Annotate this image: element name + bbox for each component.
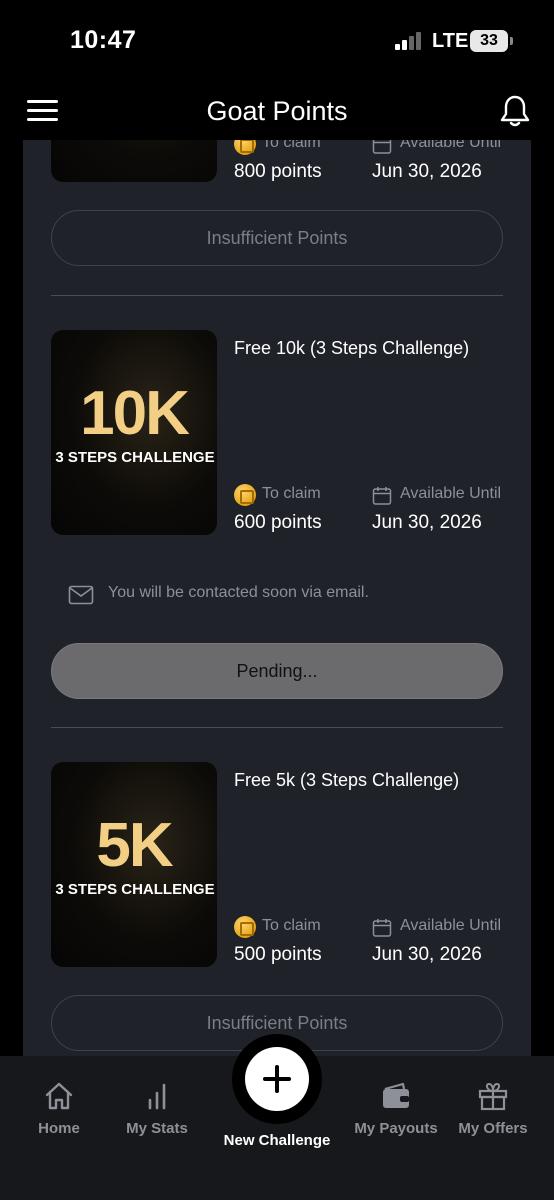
points-value: 600 points [234,512,322,533]
reward-thumbnail [51,140,217,182]
calendar-icon [372,140,392,154]
wallet-icon [383,1082,409,1108]
nav-offers[interactable]: My Offers [443,1080,543,1137]
insufficient-points-button[interactable]: Insufficient Points [51,210,503,266]
nav-stats-label: My Stats [126,1120,188,1137]
nav-home-label: Home [38,1120,80,1137]
divider [51,295,503,296]
to-claim-label: To claim [262,917,321,934]
gift-icon [478,1082,508,1111]
to-claim-label: To claim [262,485,321,502]
add-icon[interactable] [245,1047,309,1111]
available-date: Jun 30, 2026 [372,512,482,533]
coin-icon [234,484,256,506]
available-until-label: Available Until [400,917,502,934]
nav-home[interactable]: Home [9,1080,109,1137]
email-notice-text: You will be contacted soon via email. [108,584,369,601]
calendar-icon [372,919,392,937]
app-header: Goat Points [0,84,554,140]
coin-icon [234,140,256,155]
home-icon [45,1082,73,1110]
nav-stats[interactable]: My Stats [107,1080,207,1137]
available-until-label: Available Until [400,485,502,502]
signal-strength-icon [395,32,423,50]
mail-icon [68,585,94,605]
nav-payouts-label: My Payouts [354,1120,438,1137]
points-value: 500 points [234,944,322,965]
coin-icon [234,916,256,938]
reward-thumbnail: 10K 3 STEPS CHALLENGE [51,330,217,535]
available-date: Jun 30, 2026 [372,161,482,182]
points-value: 800 points [234,161,322,182]
calendar-icon [372,487,392,505]
nav-offers-label: My Offers [458,1120,528,1137]
stats-icon [148,1083,166,1110]
reward-thumbnail: 5K 3 STEPS CHALLENGE [51,762,217,967]
divider [51,727,503,728]
nav-payouts[interactable]: My Payouts [346,1080,446,1137]
pending-button[interactable]: Pending... [51,643,503,699]
available-date: Jun 30, 2026 [372,944,482,965]
new-challenge-fab-container [232,1034,322,1124]
thumbnail-headline: 10K [80,379,190,448]
thumbnail-subtitle: 3 STEPS CHALLENGE [55,449,215,466]
available-until-label: Available Until [400,140,502,151]
reward-title: Free 10k (3 Steps Challenge) [234,338,470,358]
network-type: LTE [432,30,469,52]
page-title: Goat Points [206,96,348,126]
status-bar: 10:47 LTE 33 [0,0,554,84]
rewards-list[interactable]: To claim Available Until 800 points Jun … [23,140,531,1056]
bell-icon[interactable] [499,94,531,128]
thumbnail-headline: 5K [96,811,173,880]
nav-new-challenge-label[interactable]: New Challenge [197,1132,357,1149]
reward-title: Free 5k (3 Steps Challenge) [234,770,460,790]
to-claim-label: To claim [262,140,321,151]
bottom-nav: Home My Stats New Challenge My Payouts M… [0,1034,554,1200]
battery-icon: 33 [470,30,513,52]
thumbnail-subtitle: 3 STEPS CHALLENGE [55,881,215,898]
status-time: 10:47 [70,26,137,54]
